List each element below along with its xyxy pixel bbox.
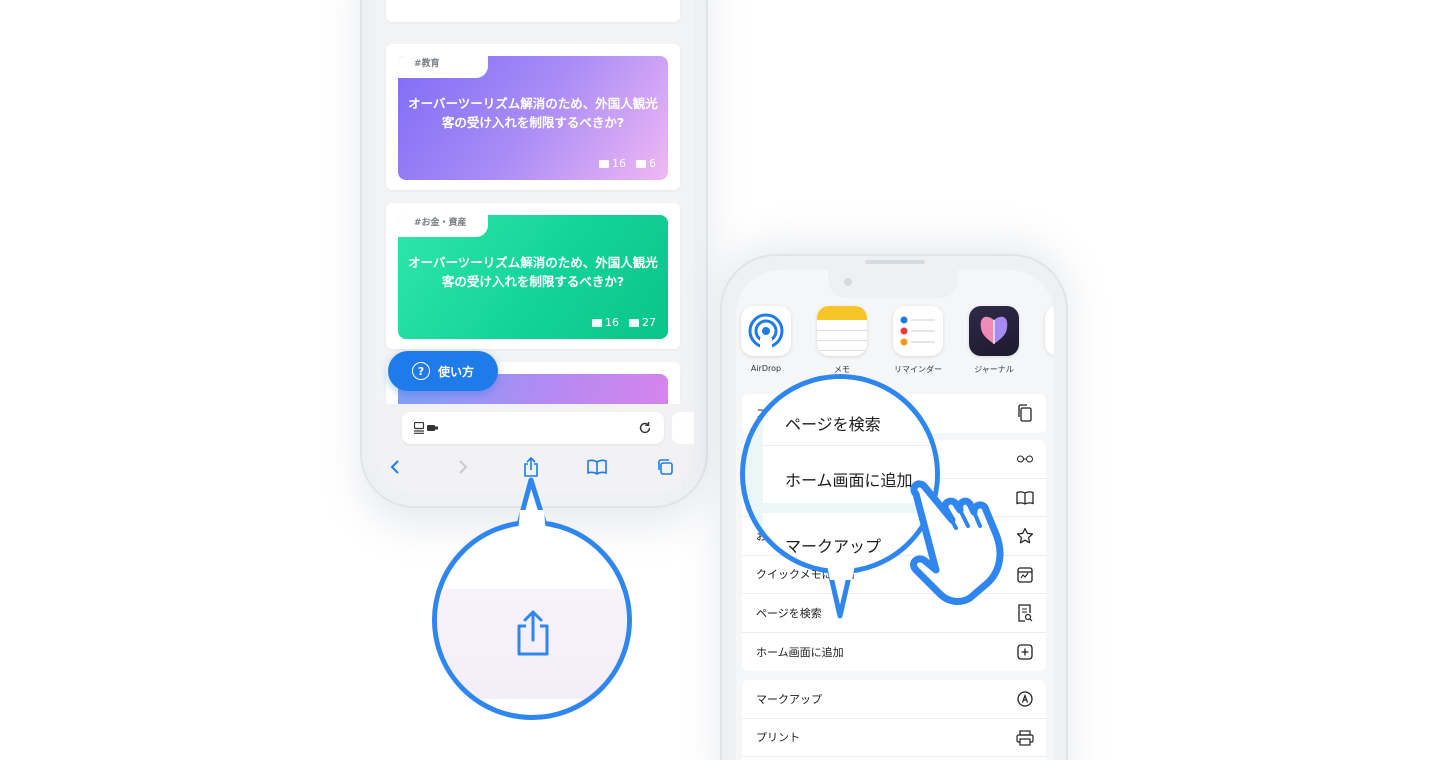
menu-item-add-to-home[interactable]: ホーム画面に追加 bbox=[742, 633, 1046, 672]
menu-item-label: プリント bbox=[756, 731, 800, 745]
next-address-bar[interactable] bbox=[672, 412, 694, 444]
app-reminders[interactable]: リマインダー bbox=[888, 306, 948, 375]
markup-icon bbox=[1016, 690, 1034, 708]
menu-item-label: マークアップ bbox=[756, 692, 822, 706]
card-tag: #お金・資産 bbox=[414, 218, 467, 228]
users-icon bbox=[636, 159, 646, 168]
left-phone: 16 7 オーバーツーリズム解消のため、外国人観光客の受け入れを制限するべきか?… bbox=[360, 0, 708, 508]
share-app-row: AirDrop メモ リマインダー ジャーナル bbox=[736, 306, 1054, 376]
copy-icon bbox=[1016, 404, 1034, 422]
print-icon bbox=[1016, 729, 1034, 747]
megaphone-icon bbox=[592, 318, 602, 327]
app-label: AirDrop bbox=[750, 364, 782, 373]
user-count: 6 bbox=[649, 157, 656, 170]
comment-count: 16 bbox=[605, 316, 619, 329]
menu-group-more: マークアップ プリント bbox=[742, 680, 1046, 760]
app-airdrop[interactable]: AirDrop bbox=[736, 306, 796, 373]
share-button-magnifier bbox=[432, 520, 632, 720]
menu-item-markup[interactable]: マークアップ bbox=[742, 680, 1046, 719]
help-button-label: 使い方 bbox=[437, 364, 474, 379]
menu-item-label: ホーム画面に追加 bbox=[756, 645, 844, 659]
debate-card[interactable]: 16 7 bbox=[386, 0, 680, 22]
card-gradient: オーバーツーリズム解消のため、外国人観光客の受け入れを制限するべきか? 16 6 bbox=[398, 56, 668, 180]
debate-card[interactable]: オーバーツーリズム解消のため、外国人観光客の受け入れを制限するべきか? 16 2… bbox=[386, 203, 680, 349]
card-stats: 16 6 bbox=[599, 157, 656, 170]
app-icon bbox=[1045, 306, 1054, 356]
reminders-icon bbox=[893, 306, 943, 356]
notes-icon bbox=[817, 306, 867, 356]
address-bar[interactable] bbox=[402, 412, 664, 444]
callout-tail-cover bbox=[518, 510, 546, 534]
zoom-add-to-home: ホーム画面に追加 bbox=[785, 471, 913, 490]
zoom-divider bbox=[763, 445, 935, 446]
journal-icon bbox=[969, 306, 1019, 356]
app-more[interactable]: ブ bbox=[1040, 306, 1054, 375]
reading-list-icon bbox=[1016, 450, 1034, 468]
pointing-hand-icon bbox=[910, 480, 1004, 605]
speaker bbox=[865, 260, 925, 264]
megaphone-icon bbox=[599, 159, 609, 168]
zoom-tail-cover bbox=[826, 560, 856, 580]
notch bbox=[828, 270, 958, 298]
card-stats: 16 27 bbox=[592, 316, 656, 329]
card-gradient: オーバーツーリズム解消のため、外国人観光客の受け入れを制限するべきか? 16 2… bbox=[398, 215, 668, 339]
app-journal[interactable]: ジャーナル bbox=[964, 306, 1024, 375]
left-phone-screen: 16 7 オーバーツーリズム解消のため、外国人観光客の受け入れを制限するべきか?… bbox=[376, 0, 694, 494]
debate-card[interactable]: オーバーツーリズム解消のため、外国人観光客の受け入れを制限するべきか? 16 6… bbox=[386, 44, 680, 190]
question-icon: ? bbox=[411, 362, 430, 380]
page-menu-icon bbox=[414, 422, 438, 434]
zoom-markup: マークアップ bbox=[785, 537, 882, 556]
menu-item-print[interactable]: プリント bbox=[742, 719, 1046, 757]
front-camera bbox=[844, 278, 852, 286]
app-notes[interactable]: メモ bbox=[812, 306, 872, 375]
tabs-icon[interactable] bbox=[650, 452, 680, 482]
app-label: リマインダー bbox=[894, 365, 942, 374]
user-count: 27 bbox=[642, 316, 656, 329]
airdrop-icon bbox=[741, 306, 791, 356]
zoom-find-on-page: ページを検索 bbox=[785, 415, 881, 434]
comment-count: 16 bbox=[612, 157, 626, 170]
card-title: オーバーツーリズム解消のため、外国人観光客の受け入れを制限するべきか? bbox=[408, 96, 658, 130]
menu-item-label: ページを検索 bbox=[756, 606, 822, 620]
forward-icon[interactable] bbox=[448, 452, 478, 482]
card-tag: #教育 bbox=[414, 59, 440, 69]
card-tab bbox=[398, 56, 488, 78]
add-square-icon bbox=[1016, 643, 1034, 661]
card-title: オーバーツーリズム解消のため、外国人観光客の受け入れを制限するべきか? bbox=[408, 255, 658, 289]
bookmarks-icon[interactable] bbox=[582, 452, 612, 482]
app-label: ジャーナル bbox=[974, 365, 1014, 374]
users-icon bbox=[629, 318, 639, 327]
share-icon bbox=[517, 610, 549, 656]
reload-icon[interactable] bbox=[638, 421, 652, 435]
app-label: ブ bbox=[1040, 364, 1054, 375]
help-button[interactable]: ? 使い方 bbox=[388, 351, 498, 391]
back-icon[interactable] bbox=[380, 452, 410, 482]
